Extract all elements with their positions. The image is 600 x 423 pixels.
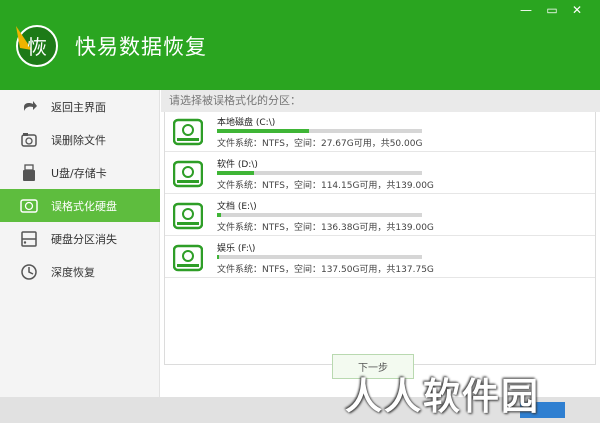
main-panel: 请选择被误格式化的分区： 本地磁盘 (C:\) 文件系统：NTFS，空间：27.… bbox=[161, 90, 600, 397]
drive-usage-fill bbox=[217, 255, 220, 259]
usb-drive-icon bbox=[20, 164, 38, 182]
sidebar-item-formatted-disk[interactable]: 误格式化硬盘 bbox=[0, 189, 160, 222]
title-bar: 恢 快易数据恢复 — ▭ ✕ bbox=[0, 0, 600, 90]
drive-usage-bar bbox=[217, 213, 422, 217]
app-logo: 恢 bbox=[10, 20, 60, 70]
hard-drive-icon bbox=[173, 117, 203, 147]
drive-info: 文件系统：NTFS，空间：137.50G可用，共137.75G bbox=[217, 265, 434, 275]
sidebar-item-deleted-files[interactable]: 误删除文件 bbox=[0, 123, 160, 156]
minimize-button[interactable]: — bbox=[515, 0, 537, 20]
sidebar-item-usb[interactable]: U盘/存储卡 bbox=[0, 156, 160, 189]
app-title: 快易数据恢复 bbox=[75, 35, 207, 59]
drive-name: 文档 (E:\) bbox=[217, 202, 257, 212]
deep-recover-icon bbox=[20, 263, 38, 281]
partition-icon bbox=[20, 230, 38, 248]
drive-name: 本地磁盘 (C:\) bbox=[217, 118, 276, 128]
drive-name: 软件 (D:\) bbox=[217, 160, 258, 170]
sidebar-item-label: 误删除文件 bbox=[51, 133, 106, 147]
hard-drive-icon bbox=[173, 201, 203, 231]
hard-drive-icon bbox=[173, 159, 203, 189]
sidebar-item-label: 返回主界面 bbox=[51, 100, 106, 114]
sidebar-item-deep-recovery[interactable]: 深度恢复 bbox=[0, 255, 160, 288]
drive-name: 娱乐 (F:\) bbox=[217, 244, 256, 254]
trash-icon bbox=[20, 131, 38, 149]
drive-usage-bar bbox=[217, 171, 422, 175]
sidebar: 返回主界面 误删除文件 U盘/存储卡 误格式化硬盘 硬盘分区消失 深度恢复 bbox=[0, 90, 160, 397]
drive-item[interactable]: 文档 (E:\) 文件系统：NTFS，空间：136.38G可用，共139.00G bbox=[165, 196, 595, 236]
disk-icon bbox=[20, 197, 38, 215]
sidebar-item-label: 深度恢复 bbox=[51, 265, 95, 279]
hard-drive-icon bbox=[173, 243, 203, 273]
drive-info: 文件系统：NTFS，空间：27.67G可用，共50.00G bbox=[217, 139, 423, 149]
drive-usage-bar bbox=[217, 255, 422, 259]
drive-item[interactable]: 软件 (D:\) 文件系统：NTFS，空间：114.15G可用，共139.00G bbox=[165, 154, 595, 194]
drive-usage-fill bbox=[217, 213, 222, 217]
partition-prompt: 请选择被误格式化的分区： bbox=[161, 90, 600, 112]
drive-list: 本地磁盘 (C:\) 文件系统：NTFS，空间：27.67G可用，共50.00G… bbox=[164, 112, 596, 365]
drive-usage-fill bbox=[217, 129, 310, 133]
drive-item[interactable]: 本地磁盘 (C:\) 文件系统：NTFS，空间：27.67G可用，共50.00G bbox=[165, 112, 595, 152]
drive-usage-bar bbox=[217, 129, 422, 133]
back-arrow-icon bbox=[20, 98, 38, 116]
watermark: 人人软件园 bbox=[345, 375, 540, 418]
sidebar-item-back[interactable]: 返回主界面 bbox=[0, 90, 160, 123]
drive-info: 文件系统：NTFS，空间：114.15G可用，共139.00G bbox=[217, 181, 434, 191]
drive-item[interactable]: 娱乐 (F:\) 文件系统：NTFS，空间：137.50G可用，共137.75G bbox=[165, 238, 595, 278]
sidebar-item-label: U盘/存储卡 bbox=[51, 166, 107, 180]
close-button[interactable]: ✕ bbox=[566, 0, 588, 20]
drive-usage-fill bbox=[217, 171, 254, 175]
sidebar-item-lost-partition[interactable]: 硬盘分区消失 bbox=[0, 222, 160, 255]
drive-info: 文件系统：NTFS，空间：136.38G可用，共139.00G bbox=[217, 223, 434, 233]
sidebar-item-label: 误格式化硬盘 bbox=[51, 199, 117, 213]
svg-text:恢: 恢 bbox=[27, 35, 47, 59]
maximize-button[interactable]: ▭ bbox=[541, 0, 563, 20]
sidebar-item-label: 硬盘分区消失 bbox=[51, 232, 117, 246]
